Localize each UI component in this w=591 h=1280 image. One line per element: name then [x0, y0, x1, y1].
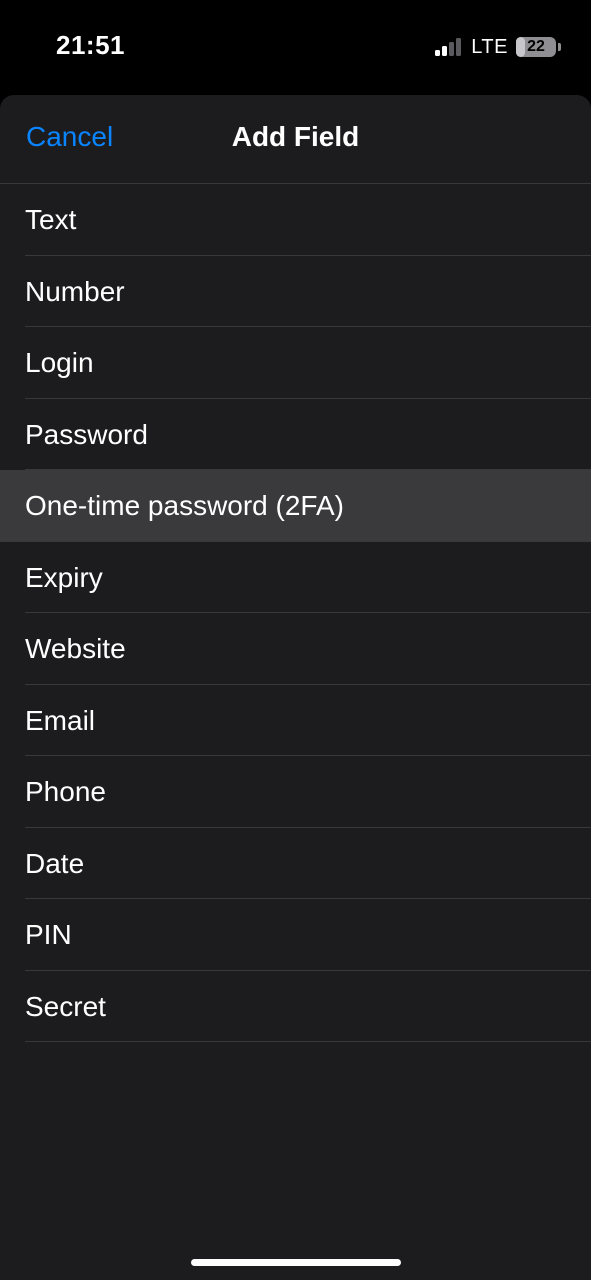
- field-type-website[interactable]: Website: [0, 613, 591, 685]
- field-type-login[interactable]: Login: [0, 327, 591, 399]
- field-type-password[interactable]: Password: [0, 399, 591, 471]
- field-type-expiry[interactable]: Expiry: [0, 542, 591, 614]
- field-type-number[interactable]: Number: [0, 256, 591, 328]
- field-type-text[interactable]: Text: [0, 184, 591, 256]
- status-indicators: LTE 22: [435, 36, 561, 58]
- field-type-one-time-password[interactable]: One-time password (2FA): [0, 470, 591, 542]
- cellular-signal-icon: [435, 38, 463, 56]
- status-time: 21:51: [56, 30, 125, 60]
- battery-cap: [558, 43, 561, 51]
- status-bar: 21:51 LTE 22: [0, 0, 591, 95]
- network-type: LTE: [471, 35, 508, 58]
- home-indicator[interactable]: [191, 1259, 401, 1266]
- battery-icon: 22: [516, 37, 556, 57]
- field-type-pin[interactable]: PIN: [0, 899, 591, 971]
- field-type-phone[interactable]: Phone: [0, 756, 591, 828]
- field-type-date[interactable]: Date: [0, 828, 591, 900]
- field-type-list: Text Number Login Password One-time pass…: [0, 184, 591, 1042]
- field-type-email[interactable]: Email: [0, 685, 591, 757]
- battery-level: 22: [527, 38, 545, 55]
- field-type-secret[interactable]: Secret: [0, 971, 591, 1043]
- nav-bar: Cancel Add Field: [0, 95, 591, 184]
- add-field-sheet: Cancel Add Field Text Number Login Passw…: [0, 95, 591, 1280]
- page-title: Add Field: [231, 121, 360, 152]
